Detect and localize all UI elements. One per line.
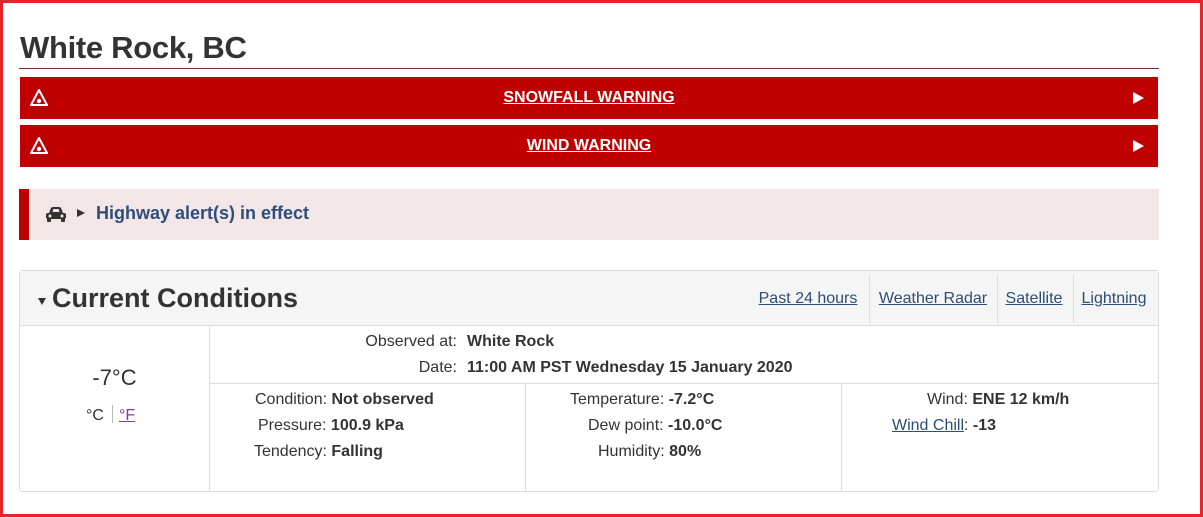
highway-alert-link[interactable]: Highway alert(s) in effect — [96, 203, 309, 224]
column-divider — [525, 383, 526, 491]
dewpoint-row: Dew point: -10.0°C — [588, 417, 722, 435]
unit-toggle: °C °F — [86, 405, 135, 425]
pressure-label: Pressure: — [258, 417, 327, 434]
pressure-value: 100.9 kPa — [330, 417, 404, 434]
condition-label: Condition: — [255, 391, 328, 408]
warning-icon — [30, 89, 48, 106]
collapse-caret-icon[interactable] — [38, 298, 46, 305]
car-icon — [46, 207, 66, 222]
date-value: 11:00 AM PST Wednesday 15 January 2020 — [467, 359, 793, 376]
tab-divider — [997, 275, 998, 323]
unit-celsius: °C — [86, 407, 104, 424]
snowfall-warning-link[interactable]: SNOWFALL WARNING — [503, 89, 674, 107]
highway-alert-box: Highway alert(s) in effect — [19, 189, 1159, 240]
conditions-title: Current Conditions — [52, 283, 298, 313]
tab-past-24-hours[interactable]: Past 24 hours — [753, 275, 863, 323]
windchill-link[interactable]: Wind Chill — [892, 417, 964, 434]
unit-divider — [111, 405, 113, 423]
temperature-row: Temperature: -7.2°C — [570, 391, 714, 409]
wind-label: Wind: — [927, 391, 968, 408]
pressure-row: Pressure: 100.9 kPa — [258, 417, 404, 435]
tendency-label: Tendency: — [254, 443, 327, 460]
conditions-header: Current Conditions Past 24 hours Weather… — [20, 271, 1158, 326]
windchill-row: Wind Chill: -13 — [892, 417, 996, 435]
observed-label: Observed at: — [365, 333, 457, 350]
expand-arrow-icon[interactable] — [1133, 92, 1144, 104]
tendency-value: Falling — [331, 443, 383, 460]
humidity-label: Humidity: — [598, 443, 665, 460]
conditions-divider — [210, 383, 1158, 384]
tab-weather-radar[interactable]: Weather Radar — [871, 275, 995, 323]
humidity-value: 80% — [669, 443, 702, 460]
humidity-row: Humidity: 80% — [598, 443, 701, 461]
condition-row: Condition: Not observed — [255, 391, 434, 409]
page-title: White Rock, BC — [20, 30, 247, 65]
windchill-value: -13 — [972, 417, 997, 434]
dewpoint-value: -10.0°C — [668, 417, 723, 434]
unit-fahrenheit-link[interactable]: °F — [119, 407, 135, 424]
title-divider — [19, 68, 1159, 69]
tab-lightning[interactable]: Lightning — [1075, 275, 1153, 323]
temperature-label: Temperature: — [570, 391, 665, 408]
dewpoint-label: Dew point: — [588, 417, 664, 434]
condition-value: Not observed — [331, 391, 434, 408]
current-conditions-panel: Current Conditions Past 24 hours Weather… — [19, 270, 1159, 492]
tendency-row: Tendency: Falling — [254, 443, 383, 461]
temperature-value: -7.2°C — [668, 391, 715, 408]
windchill-colon: : — [964, 417, 973, 434]
tab-satellite[interactable]: Satellite — [999, 275, 1069, 323]
disclosure-triangle-icon[interactable] — [77, 209, 85, 217]
observed-value: White Rock — [467, 333, 555, 350]
snowfall-warning-bar[interactable]: SNOWFALL WARNING — [20, 77, 1158, 119]
column-divider — [841, 383, 842, 491]
tab-divider — [869, 275, 870, 323]
warning-icon — [30, 137, 48, 154]
wind-value: ENE 12 km/h — [972, 391, 1070, 408]
expand-arrow-icon[interactable] — [1133, 140, 1144, 152]
tab-divider — [1073, 275, 1074, 323]
date-label: Date: — [418, 359, 457, 376]
wind-warning-link[interactable]: WIND WARNING — [527, 137, 651, 155]
wind-warning-bar[interactable]: WIND WARNING — [20, 125, 1158, 167]
current-temperature: -7°C — [92, 365, 137, 390]
wind-row: Wind: ENE 12 km/h — [927, 391, 1069, 409]
